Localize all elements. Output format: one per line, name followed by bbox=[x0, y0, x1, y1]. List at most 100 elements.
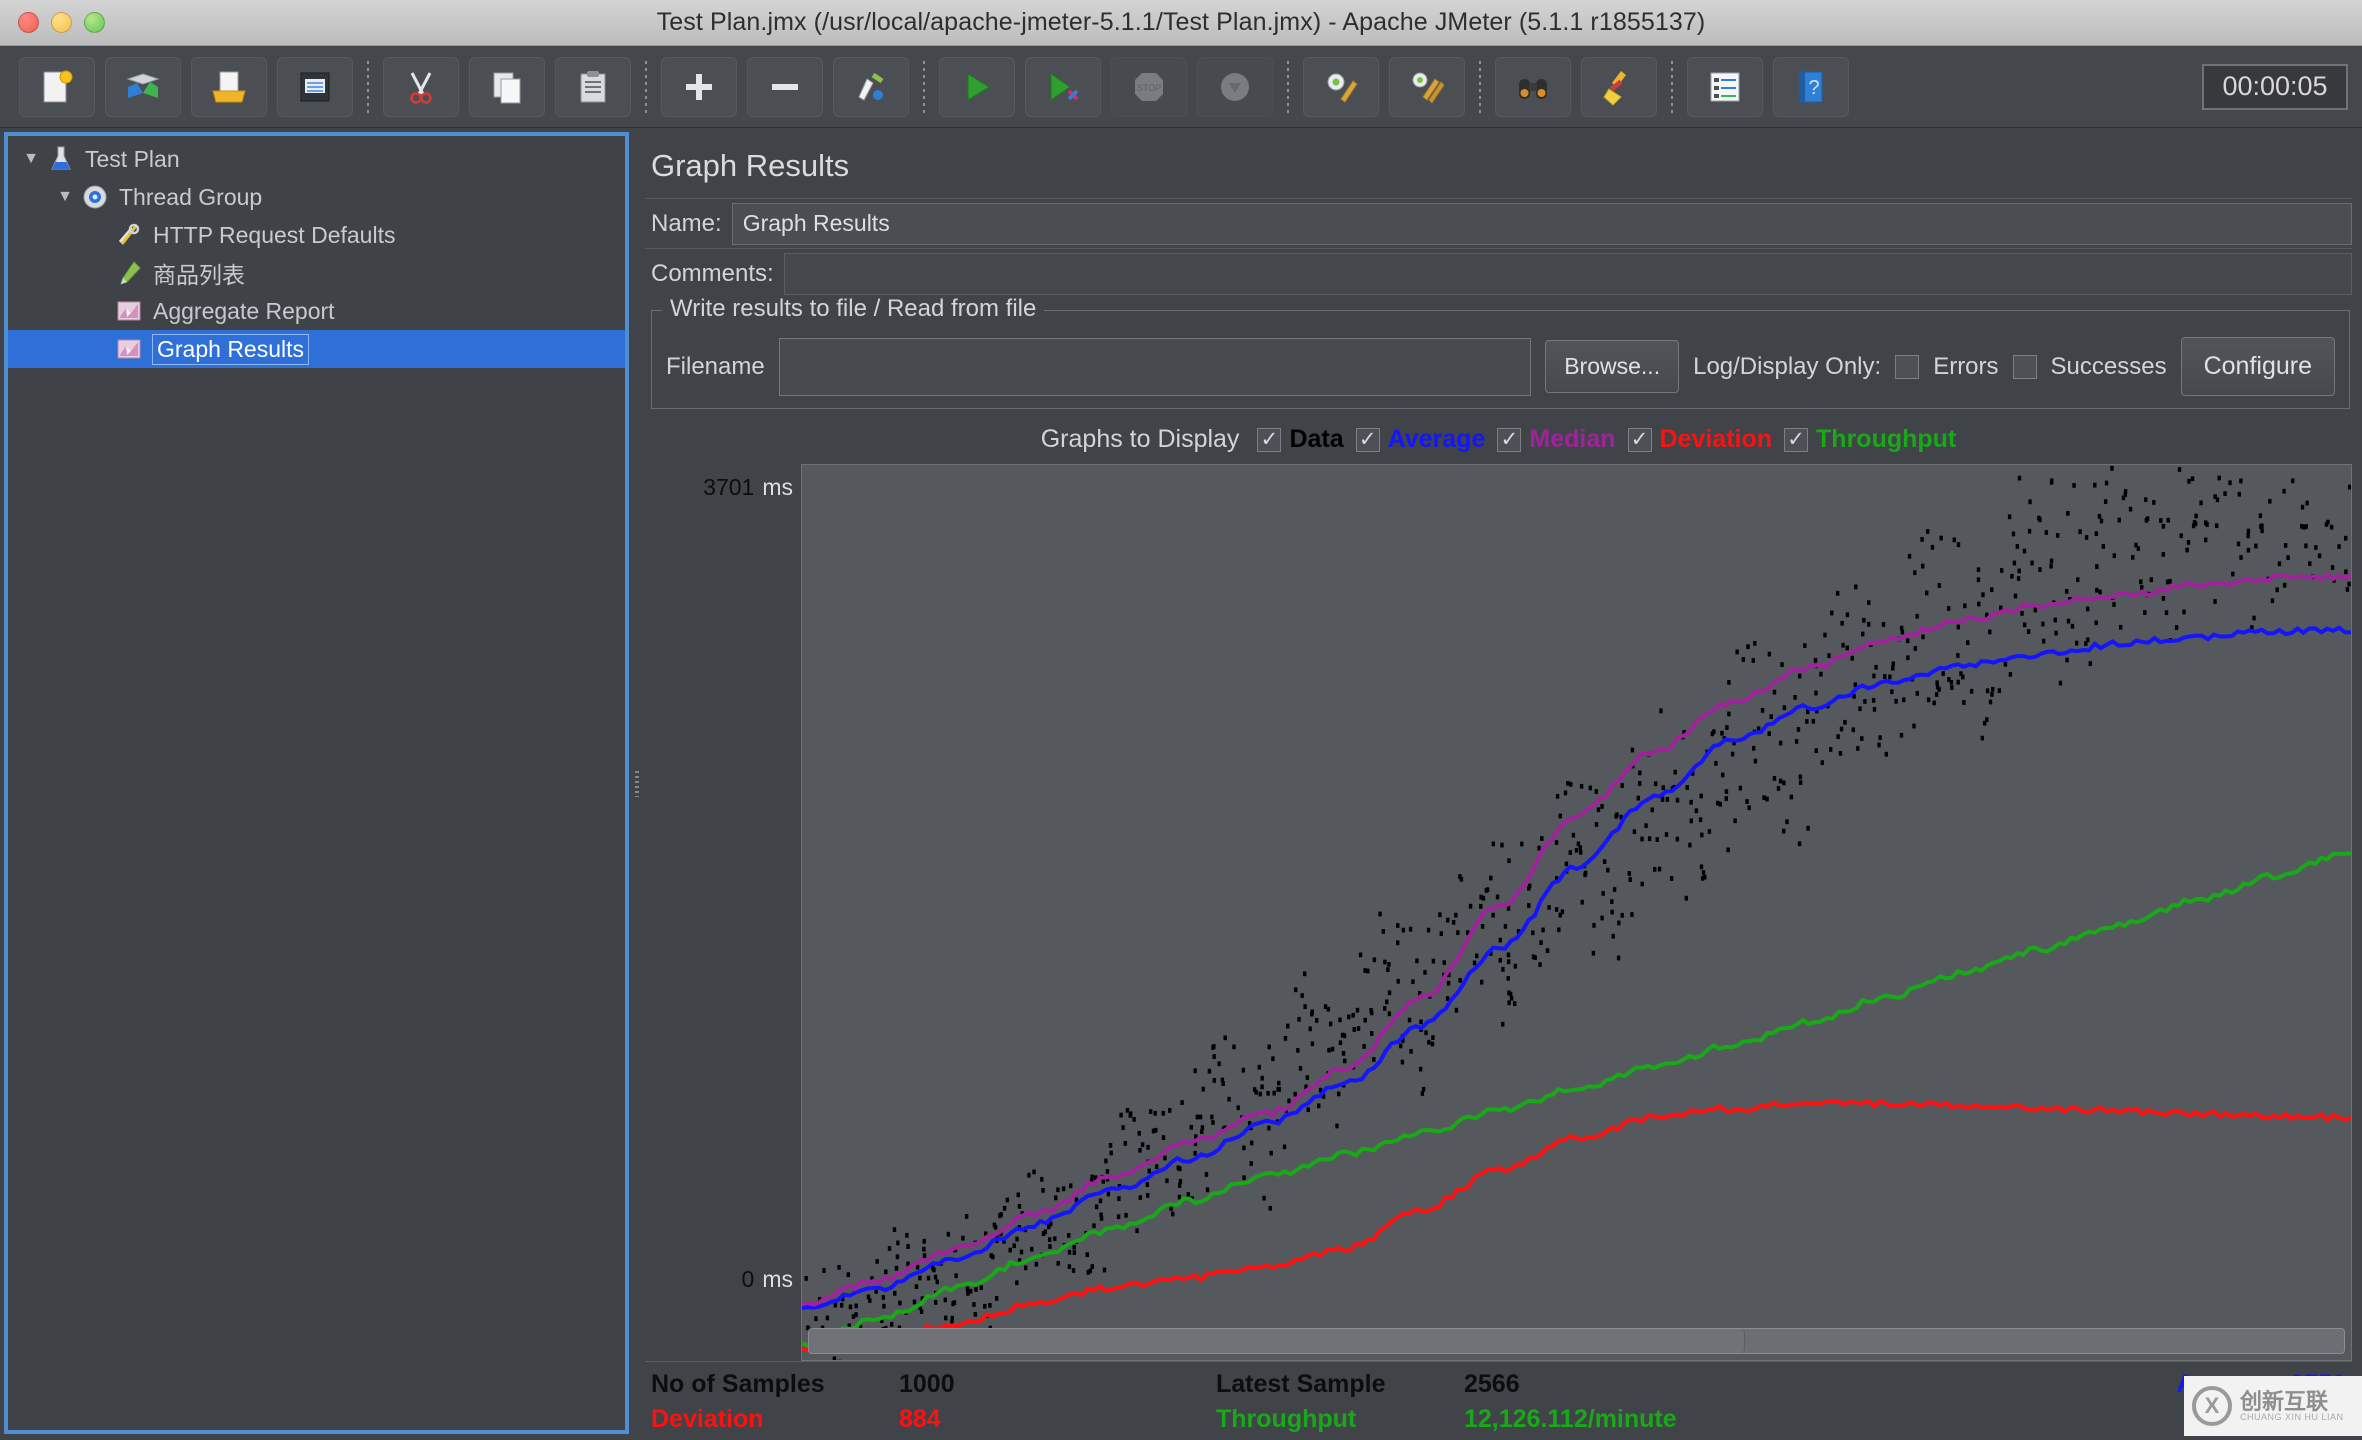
pane-splitter[interactable] bbox=[629, 128, 645, 1440]
graph-toggle-deviation-label: Deviation bbox=[1659, 425, 1773, 453]
window-controls bbox=[0, 12, 105, 33]
save-disk-icon bbox=[300, 72, 330, 101]
help-button[interactable]: ? bbox=[1773, 56, 1849, 117]
minimize-window-button[interactable] bbox=[51, 12, 72, 33]
errors-label: Errors bbox=[1933, 352, 1999, 380]
name-input[interactable]: Graph Results bbox=[731, 202, 2352, 245]
chevron-down-icon[interactable]: ▼ bbox=[54, 186, 76, 208]
tree-item-http-request-defaults[interactable]: ▼ HTTP Request Defaults bbox=[6, 216, 627, 254]
thread-group-icon bbox=[83, 185, 107, 209]
checkbox-successes[interactable] bbox=[2012, 354, 2037, 379]
shutdown-icon bbox=[1221, 72, 1249, 101]
splitter-grip[interactable] bbox=[635, 771, 639, 797]
log-display-only-label: Log/Display Only: bbox=[1693, 352, 1882, 380]
write-results-fieldset: Write results to file / Read from file F… bbox=[651, 295, 2350, 409]
statistics-footer: No of Samples 1000 Latest Sample 2566 Av… bbox=[645, 1361, 2352, 1440]
graph-toggle-median-label: Median bbox=[1529, 425, 1616, 453]
toggle-pencil-icon bbox=[858, 72, 884, 101]
search-button[interactable] bbox=[1495, 56, 1571, 117]
clear-all-button[interactable] bbox=[1389, 56, 1465, 117]
toolbar-separator bbox=[367, 60, 369, 113]
toolbar-separator bbox=[923, 60, 925, 113]
start-button[interactable] bbox=[939, 56, 1015, 117]
graph-toggle-median[interactable]: Median bbox=[1497, 425, 1616, 454]
config-element-icon bbox=[118, 223, 140, 245]
chevron-down-icon[interactable]: ▼ bbox=[20, 148, 42, 170]
zoom-window-button[interactable] bbox=[84, 12, 105, 33]
checkbox-deviation[interactable] bbox=[1627, 427, 1652, 452]
graph-toggle-throughput-label: Throughput bbox=[1816, 425, 1957, 453]
filename-input[interactable] bbox=[778, 337, 1532, 396]
graph-toggle-throughput[interactable]: Throughput bbox=[1784, 425, 1956, 454]
tree-item-shangpin-liebiao[interactable]: ▼ 商品列表 bbox=[6, 254, 627, 292]
y-axis-tick-max-value: 3701 bbox=[703, 474, 755, 500]
watermark-cn: 创新互联 bbox=[2240, 1388, 2329, 1414]
elapsed-timer: 00:00:05 bbox=[2202, 63, 2348, 110]
play-no-pauses-icon bbox=[1050, 72, 1079, 101]
expand-all-button[interactable] bbox=[661, 56, 737, 117]
clipboard-paste-icon bbox=[580, 70, 606, 102]
graph-toggle-data[interactable]: Data bbox=[1257, 425, 1344, 454]
binoculars-icon bbox=[1519, 78, 1547, 99]
tree-item-graph-results[interactable]: ▼ Graph Results bbox=[6, 330, 627, 368]
graph-toggle-average-label: Average bbox=[1387, 425, 1486, 453]
stat-key: Latest Sample bbox=[1216, 1370, 1386, 1398]
comments-input[interactable] bbox=[783, 252, 2352, 295]
tree-item-label: Test Plan bbox=[85, 145, 180, 172]
open-button[interactable] bbox=[191, 56, 267, 117]
new-test-plan-button[interactable] bbox=[19, 56, 95, 117]
configure-button[interactable]: Configure bbox=[2180, 337, 2335, 396]
tree-item-test-plan[interactable]: ▼ Test Plan bbox=[6, 140, 627, 178]
clear-button[interactable] bbox=[1303, 56, 1379, 117]
paste-button[interactable] bbox=[555, 56, 631, 117]
list-lines-icon bbox=[1710, 72, 1740, 101]
checkbox-median[interactable] bbox=[1497, 427, 1522, 452]
new-document-icon bbox=[43, 70, 73, 102]
open-folder-icon bbox=[212, 71, 246, 102]
toolbar-separator bbox=[1671, 60, 1673, 113]
tree-item-thread-group[interactable]: ▼ Thread Group bbox=[6, 178, 627, 216]
tree-item-label: 商品列表 bbox=[153, 262, 245, 288]
y-axis-tick-min-value: 0 bbox=[741, 1266, 755, 1292]
graph-toggle-deviation[interactable]: Deviation bbox=[1627, 425, 1773, 454]
browse-button[interactable]: Browse... bbox=[1545, 340, 1680, 393]
broom-icon bbox=[1603, 70, 1626, 106]
graph-horizontal-scrollbar[interactable] bbox=[808, 1328, 2345, 1354]
collapse-all-button[interactable] bbox=[747, 56, 823, 117]
name-label: Name: bbox=[651, 209, 722, 237]
graph-toggle-data-label: Data bbox=[1289, 425, 1344, 453]
watermark-en: CHUANG XIN HU LIAN bbox=[2240, 1411, 2344, 1422]
toggle-button[interactable] bbox=[833, 56, 909, 117]
templates-icon bbox=[126, 72, 160, 98]
stat-no-of-samples: No of Samples 1000 bbox=[651, 1370, 1216, 1399]
graph-results-panel: Graph Results Name: Graph Results Commen… bbox=[645, 128, 2362, 1440]
tree-item-aggregate-report[interactable]: ▼ Aggregate Report bbox=[6, 292, 627, 330]
scissors-icon bbox=[410, 71, 432, 104]
shutdown-button[interactable] bbox=[1197, 56, 1273, 117]
checkbox-errors[interactable] bbox=[1895, 354, 1920, 379]
checkbox-average[interactable] bbox=[1355, 427, 1380, 452]
graph-toggle-average[interactable]: Average bbox=[1355, 425, 1486, 454]
cut-button[interactable] bbox=[383, 56, 459, 117]
listener-icon bbox=[117, 339, 141, 359]
checkbox-data[interactable] bbox=[1257, 427, 1282, 452]
reset-search-button[interactable] bbox=[1581, 56, 1657, 117]
stat-latest-sample: Latest Sample 2566 bbox=[1216, 1370, 1781, 1399]
stop-sign-icon: STOP bbox=[1135, 72, 1163, 101]
start-no-pauses-button[interactable] bbox=[1025, 56, 1101, 117]
function-helper-button[interactable] bbox=[1687, 56, 1763, 117]
checkbox-throughput[interactable] bbox=[1784, 427, 1809, 452]
tree-item-label: HTTP Request Defaults bbox=[153, 221, 396, 248]
series-line-average bbox=[802, 628, 2351, 1308]
plot-canvas[interactable] bbox=[801, 464, 2352, 1361]
svg-text:?: ? bbox=[1808, 77, 1819, 99]
scrollbar-thumb[interactable] bbox=[809, 1329, 1746, 1353]
save-button[interactable] bbox=[277, 56, 353, 117]
test-plan-tree[interactable]: ▼ Test Plan ▼ Thread Group ▼ bbox=[4, 132, 629, 1434]
series-line-median bbox=[802, 574, 2351, 1304]
stop-button[interactable]: STOP bbox=[1111, 56, 1187, 117]
tree-item-label: Thread Group bbox=[119, 183, 263, 210]
templates-button[interactable] bbox=[105, 56, 181, 117]
close-window-button[interactable] bbox=[18, 12, 39, 33]
copy-button[interactable] bbox=[469, 56, 545, 117]
